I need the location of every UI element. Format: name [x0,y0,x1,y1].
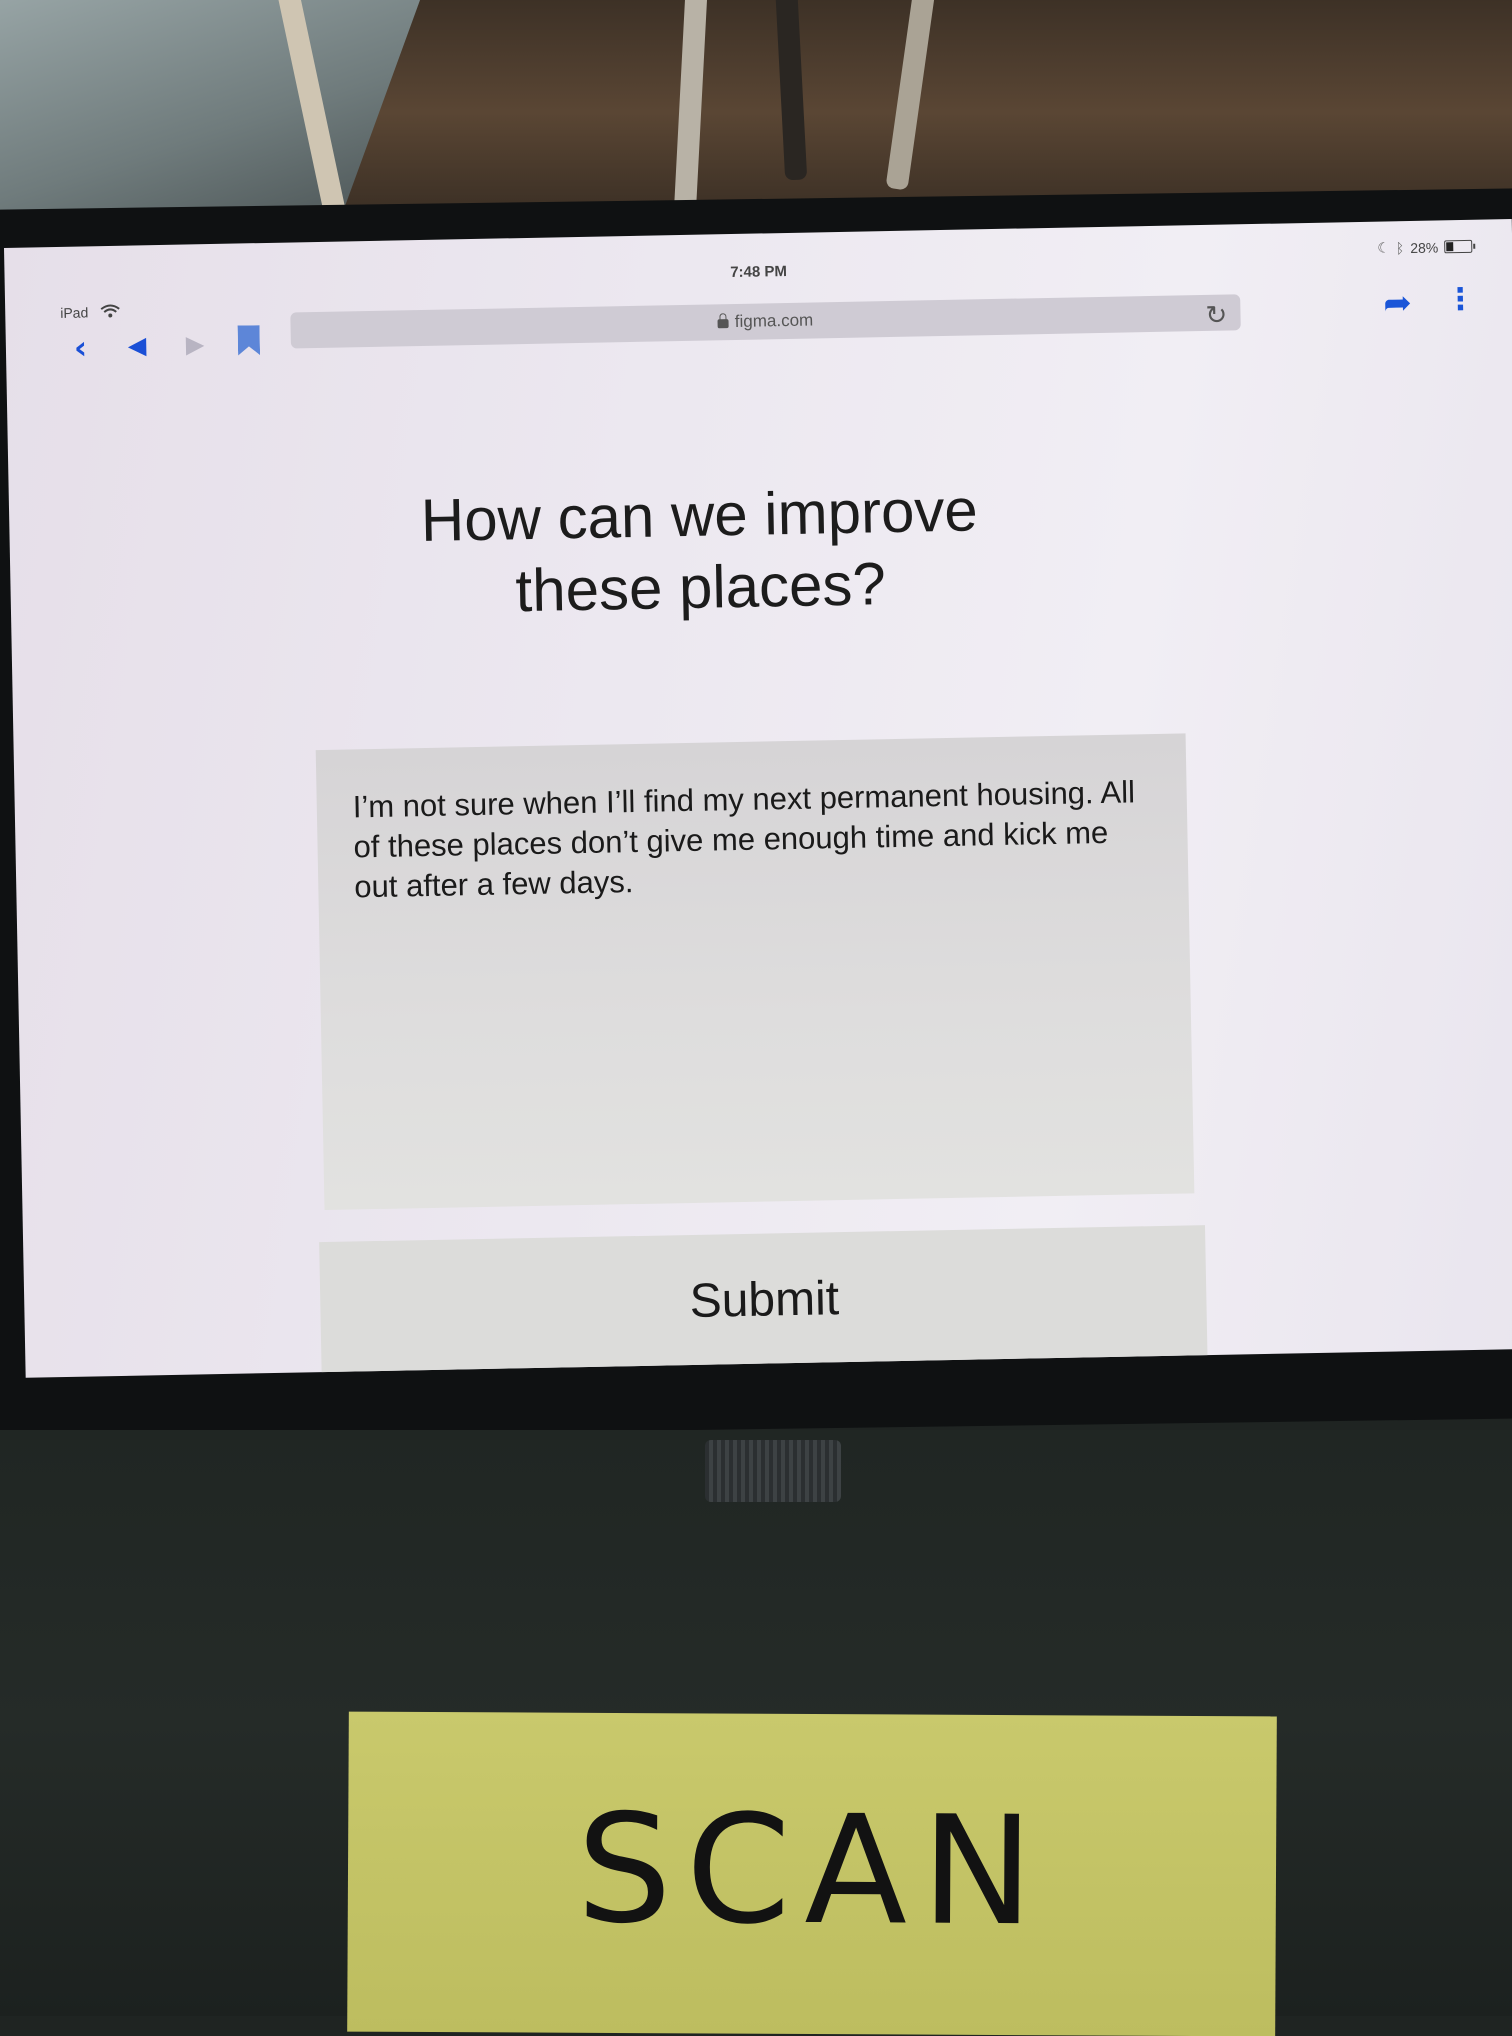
address-text-wrapper: figma.com [290,302,1240,340]
page-title-line-1: How can we improve [420,476,979,555]
battery-icon [1444,239,1473,254]
battery-percent: 28% [1410,238,1439,256]
address-bar[interactable]: figma.com [290,294,1241,349]
lock-icon [717,319,729,329]
reload-button[interactable]: ↻ [1205,301,1227,331]
status-indicators: ☾ ᛒ 28% [1377,238,1473,257]
stool-leg [774,0,808,181]
status-time: 7:48 PM [730,262,788,282]
page-title: How can we improve these places? [339,473,1062,631]
sticky-note: SCAN [347,1711,1277,2036]
feedback-textarea[interactable]: I’m not sure when I’ll find my next perm… [315,733,1195,1211]
page-title-line-2: these places? [514,550,887,625]
submit-button[interactable]: Submit [319,1225,1208,1375]
stool-leg [673,0,709,211]
sticky-note-text: SCAN [576,1782,1048,1960]
url-text: figma.com [734,310,814,331]
bluetooth-icon: ᛒ [1395,239,1405,256]
device-label: iPad [60,304,89,321]
tablet-screen: iPad 7:48 PM ☾ ᛒ 28% ‹ ◀ ▶ figma.com ↻ ➦… [4,219,1512,1378]
more-options-button[interactable]: ⋮ [1445,282,1476,318]
moon-icon: ☾ [1377,239,1390,256]
next-button[interactable]: ▶ [186,330,205,358]
share-button[interactable]: ➦ [1383,283,1412,324]
wifi-icon [100,304,120,318]
bookmarks-button[interactable] [238,325,261,355]
back-button[interactable]: ‹ [74,328,88,366]
case-hinge [705,1440,841,1502]
previous-button[interactable]: ◀ [128,331,147,359]
bookmark-icon [238,325,261,355]
stool-leg [885,0,937,191]
